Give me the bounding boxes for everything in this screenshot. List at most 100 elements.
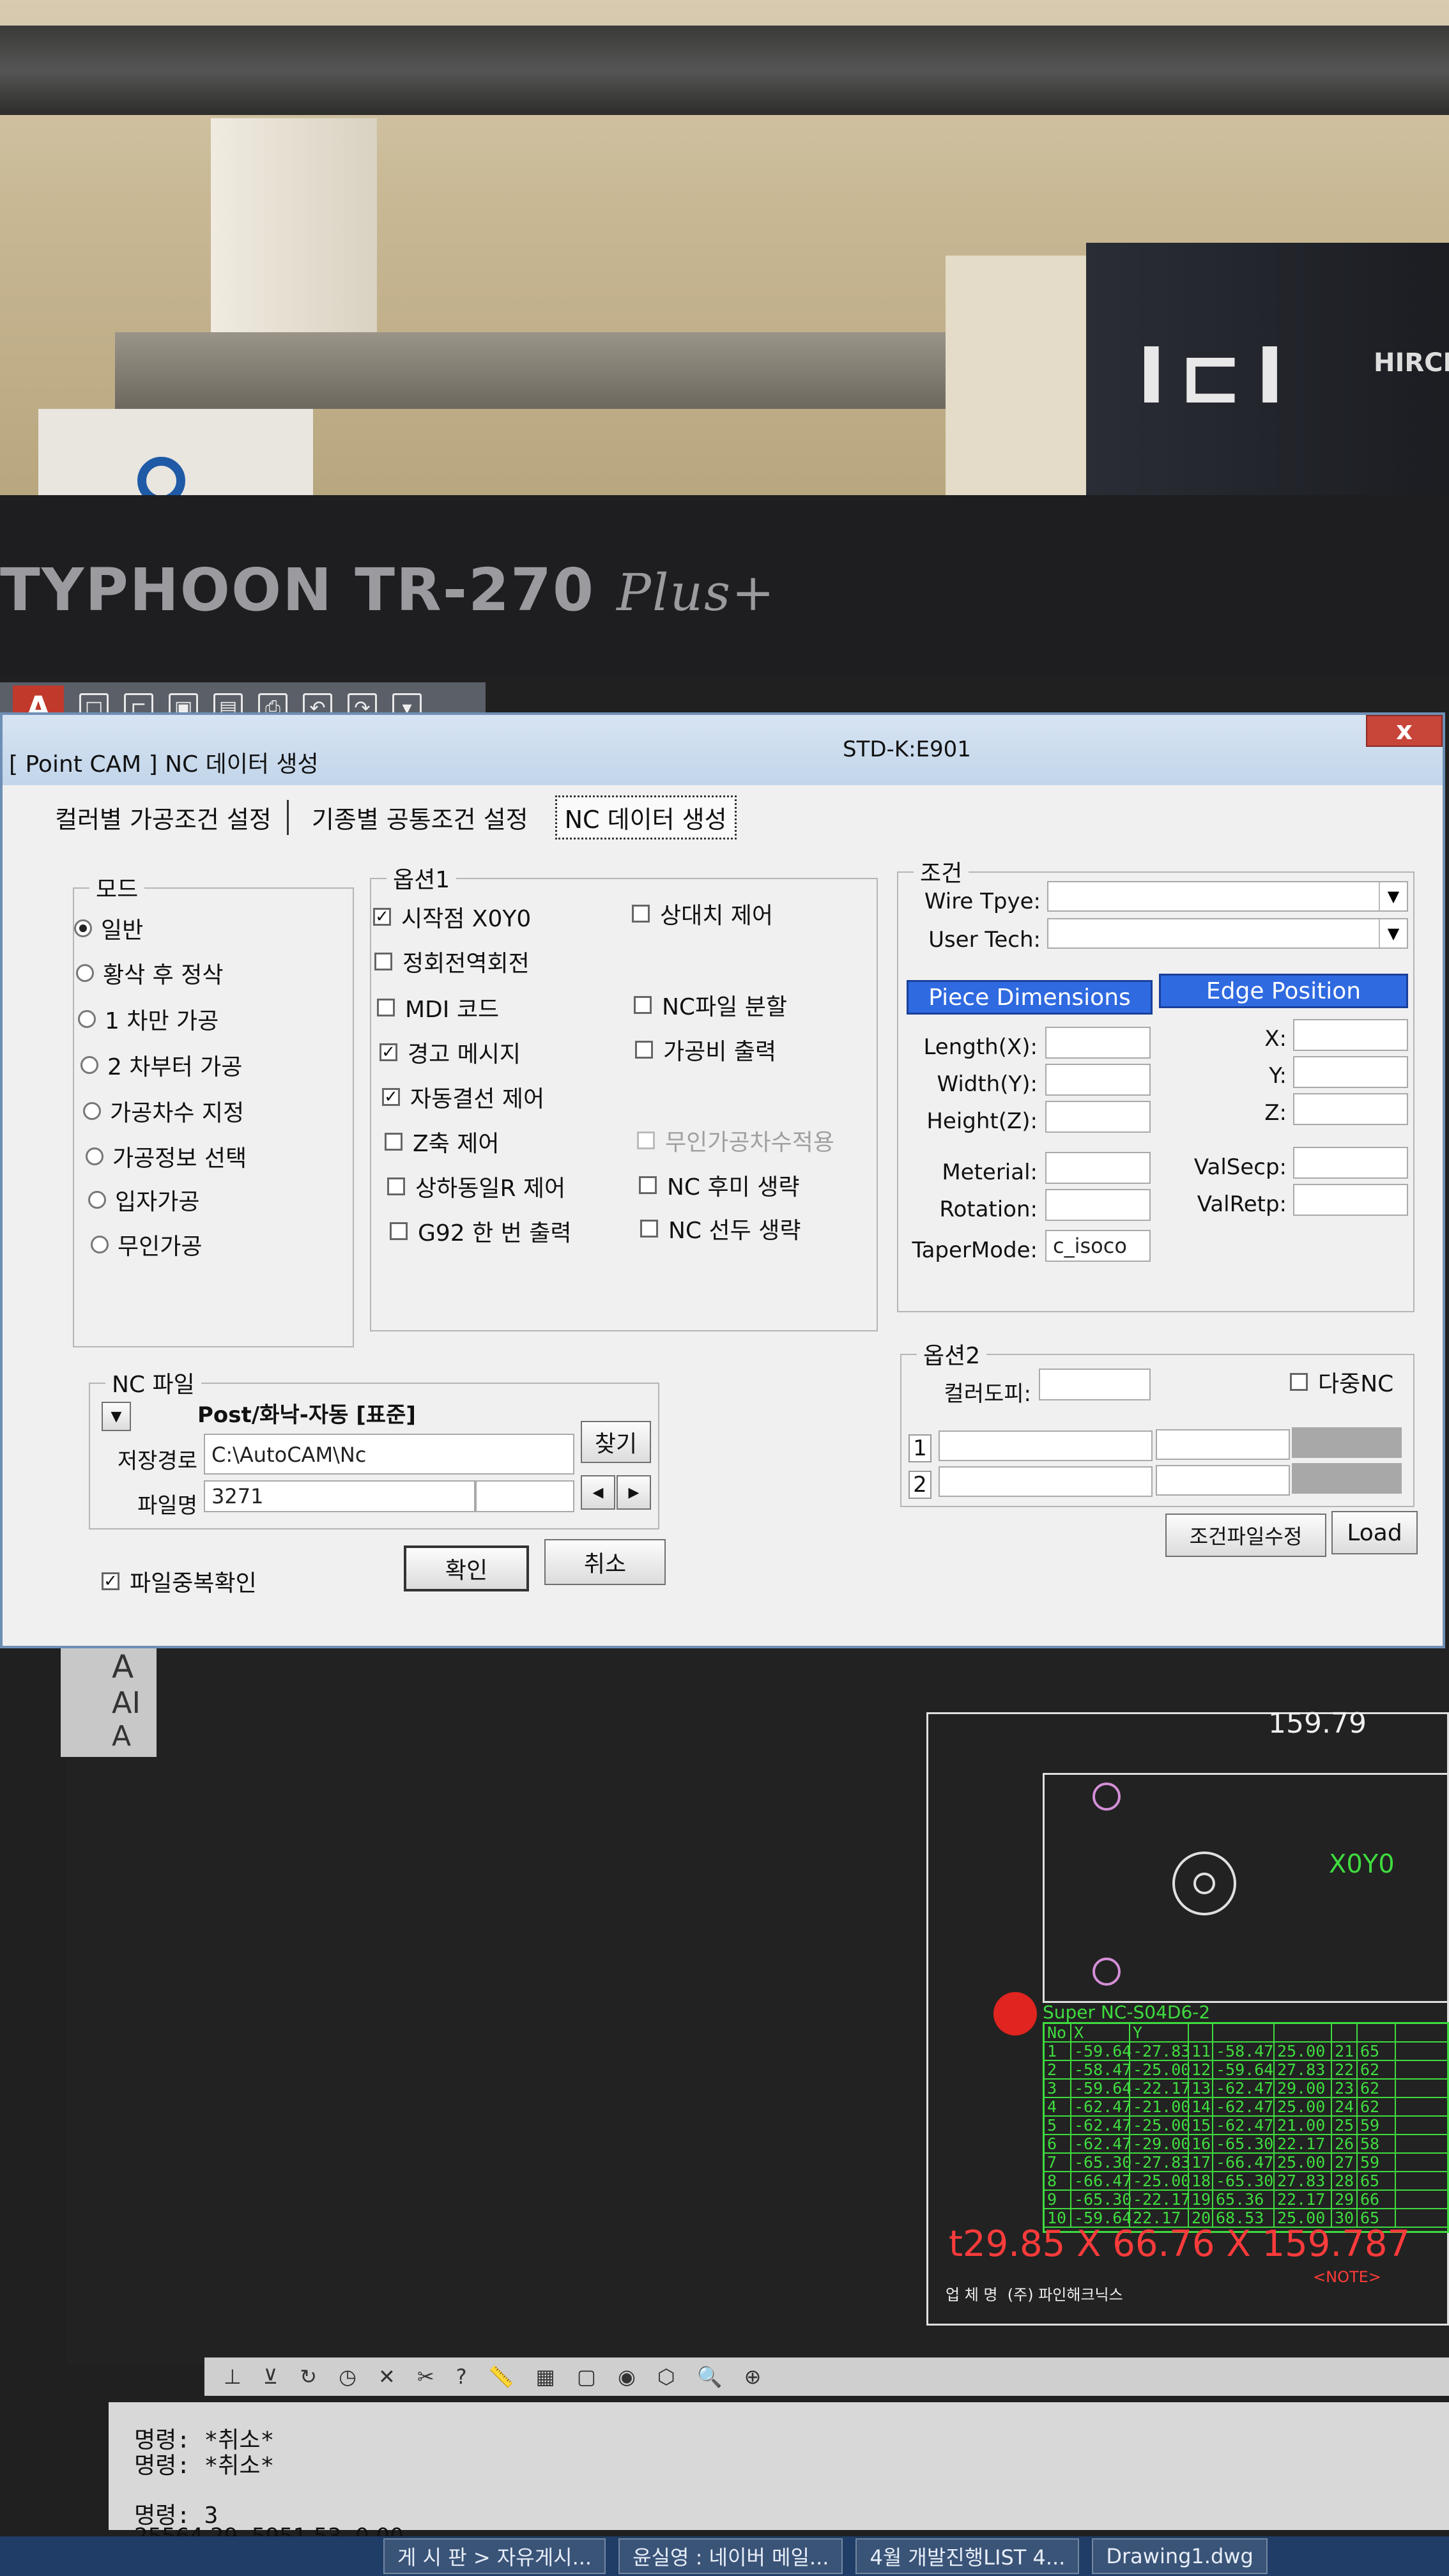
check-nc-tail[interactable]: NC 후미 생략 xyxy=(639,1169,799,1202)
wire-type-select[interactable]: ▼ xyxy=(1047,881,1408,912)
mode-radio-from-second[interactable]: 2 차부터 가공 xyxy=(80,1048,242,1082)
zoom-icon[interactable]: 🔍 xyxy=(697,2365,723,2389)
mode-radio-unmanned[interactable]: 무인가공 xyxy=(91,1228,202,1261)
check-nc-split[interactable]: NC파일 분할 xyxy=(634,988,787,1022)
load-button[interactable]: Load xyxy=(1331,1511,1418,1554)
close-button[interactable]: x xyxy=(1366,715,1443,747)
rotation-input[interactable] xyxy=(1045,1189,1151,1221)
valsecp-input[interactable] xyxy=(1293,1147,1408,1179)
browse-button[interactable]: 찾기 xyxy=(581,1421,651,1463)
checkbox xyxy=(632,905,650,923)
check-mdi-code[interactable]: MDI 코드 xyxy=(377,991,499,1024)
table-cell: 8 xyxy=(1045,2172,1071,2190)
row-1-field-a[interactable] xyxy=(939,1430,1153,1461)
rect-icon[interactable]: ▢ xyxy=(577,2365,596,2389)
mode-radio-first-only[interactable]: 1 차만 가공 xyxy=(78,1002,218,1036)
radio-indicator xyxy=(74,919,92,937)
stock-size-label: t29.85 X 66.76 X 159.787 xyxy=(949,2223,1411,2265)
checkbox-checked: ✓ xyxy=(379,1043,397,1061)
checkbox-checked: ✓ xyxy=(373,908,391,926)
table-cell: 22 xyxy=(1332,2060,1358,2079)
color-escape-input[interactable] xyxy=(1039,1368,1151,1400)
check-g92[interactable]: G92 한 번 출력 xyxy=(390,1215,572,1248)
check-z-axis[interactable]: Z축 제어 xyxy=(385,1125,499,1158)
mode-radio-normal[interactable]: 일반 xyxy=(74,912,143,945)
row-2-field-b[interactable] xyxy=(1156,1465,1290,1496)
color-escape-label: 컬러도피: xyxy=(944,1381,1031,1407)
edge-z-input[interactable] xyxy=(1293,1093,1408,1125)
check-cost-output[interactable]: 가공비 출력 xyxy=(635,1033,776,1066)
title-bar: [ Point CAM ] NC 데이터 생성 STD-K:E901 x xyxy=(3,715,1443,785)
measure-icon[interactable]: 📏 xyxy=(489,2365,514,2389)
table-cell: 21 xyxy=(1332,2042,1358,2060)
tab-common-conditions[interactable]: 기종별 공통조건 설정 xyxy=(304,800,536,835)
help-icon[interactable]: ? xyxy=(456,2365,467,2389)
height-input[interactable] xyxy=(1045,1101,1151,1133)
nav-next-button[interactable]: ▶ xyxy=(617,1475,651,1510)
check-nc-head[interactable]: NC 선두 생략 xyxy=(640,1212,801,1245)
valretp-input[interactable] xyxy=(1293,1184,1408,1216)
record-icon[interactable]: ◉ xyxy=(618,2365,636,2389)
side-toolbar: A AI A xyxy=(61,1648,157,1757)
post-dropdown-button[interactable]: ▼ xyxy=(102,1402,131,1431)
check-start-x0y0[interactable]: ✓ 시작점 X0Y0 xyxy=(373,900,531,933)
table-cell: -27.83 xyxy=(1130,2042,1190,2060)
save-path-input[interactable]: C:\AutoCAM\Nc xyxy=(204,1434,574,1475)
mode-radio-info-select[interactable]: 가공정보 선택 xyxy=(86,1140,247,1173)
mode-radio-entry[interactable]: 입자가공 xyxy=(88,1183,199,1216)
edit-condition-file-button[interactable]: 조건파일수정 xyxy=(1165,1514,1326,1557)
length-input[interactable] xyxy=(1045,1027,1151,1059)
tab-color-conditions[interactable]: 컬러별 가공조건 설정 xyxy=(47,799,289,835)
edge-y-input[interactable] xyxy=(1293,1056,1408,1088)
user-tech-select[interactable]: ▼ xyxy=(1047,918,1408,949)
cube-icon[interactable]: ⬡ xyxy=(657,2365,675,2389)
checkbox xyxy=(640,1220,658,1238)
cancel-button[interactable]: 취소 xyxy=(544,1539,666,1585)
text-edit-icon[interactable]: A xyxy=(112,1720,131,1752)
option2-group-title: 옵션2 xyxy=(917,1337,987,1370)
check-rotation[interactable]: 정회전역회전 xyxy=(374,945,530,978)
taskbar-item-drawing[interactable]: Drawing1.dwg xyxy=(1092,2538,1268,2574)
taper-mode-input[interactable]: c_isoco xyxy=(1045,1230,1151,1262)
filename-suffix-input[interactable] xyxy=(475,1480,574,1512)
mode-radio-pass-count[interactable]: 가공차수 지정 xyxy=(83,1094,244,1128)
dimension-icon[interactable]: ⊥ xyxy=(224,2365,241,2389)
taskbar-item-forum[interactable]: 게 시 판 > 자유게시... xyxy=(383,2538,606,2574)
nav-prev-button[interactable]: ◀ xyxy=(581,1475,615,1510)
rotate-icon[interactable]: ↻ xyxy=(300,2365,317,2389)
background-panel xyxy=(946,256,1092,498)
row-1-field-b[interactable] xyxy=(1156,1429,1290,1460)
check-warning[interactable]: ✓ 경고 메시지 xyxy=(379,1036,521,1069)
material-input[interactable] xyxy=(1045,1152,1151,1184)
text-tool-icon[interactable]: A xyxy=(112,1648,134,1685)
align-icon[interactable]: ⊻ xyxy=(263,2365,278,2389)
command-window[interactable] xyxy=(109,2402,1449,2530)
check-relative[interactable]: 상대치 제어 xyxy=(632,897,773,930)
ok-button[interactable]: 확인 xyxy=(404,1545,529,1591)
check-same-r[interactable]: 상하동일R 제어 xyxy=(387,1170,565,1203)
ceiling-beam xyxy=(0,26,1449,115)
mode-radio-rough-finish[interactable]: 황삭 후 정삭 xyxy=(76,956,224,990)
multiline-text-icon[interactable]: AI xyxy=(112,1685,141,1720)
user-tech-label: User Tech: xyxy=(928,927,1041,953)
clock-icon[interactable]: ◷ xyxy=(339,2365,356,2389)
cross-icon[interactable]: ✕ xyxy=(378,2365,395,2389)
table-row: 8 -66.47 -25.00 18 -65.30 27.83 28 65 xyxy=(1045,2172,1447,2191)
taskbar-item-mail[interactable]: 윤실영 : 네이버 메일... xyxy=(618,2538,843,2574)
edge-x-input[interactable] xyxy=(1293,1019,1408,1051)
valretp-label: ValRetp: xyxy=(1197,1192,1287,1217)
tab-nc-data[interactable]: NC 데이터 생성 xyxy=(555,795,737,839)
filename-input[interactable]: 3271 xyxy=(204,1480,475,1512)
check-multi-nc[interactable]: 다중NC xyxy=(1290,1365,1393,1399)
width-input[interactable] xyxy=(1045,1064,1151,1096)
table-cell: 2 xyxy=(1045,2060,1071,2079)
zoom-in-icon[interactable]: ⊕ xyxy=(744,2365,762,2389)
piece-dimensions-header: Piece Dimensions xyxy=(907,980,1153,1015)
grid-icon[interactable]: ▦ xyxy=(535,2365,555,2389)
check-auto-wire[interactable]: ✓ 자동결선 제어 xyxy=(382,1080,544,1114)
check-file-overwrite[interactable]: ✓ 파일중복확인 xyxy=(102,1565,257,1598)
taskbar-item-excel[interactable]: 4월 개발진행LIST 4... xyxy=(855,2538,1080,2574)
trim-icon[interactable]: ✂ xyxy=(417,2365,434,2389)
table-cell: -25.00 xyxy=(1130,2172,1190,2190)
row-2-field-a[interactable] xyxy=(939,1466,1153,1497)
